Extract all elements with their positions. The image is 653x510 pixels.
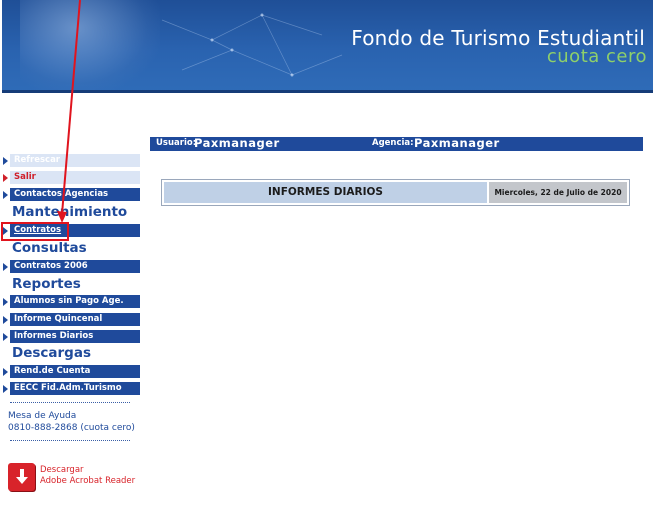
sidebar-item-label: Salir <box>10 171 140 184</box>
sidebar-item-label: EECC Fid.Adm.Turismo <box>10 382 140 395</box>
triangle-right-icon <box>0 295 10 308</box>
download-product-link[interactable]: Adobe Acrobat Reader <box>40 476 135 486</box>
download-label[interactable]: Descargar <box>40 465 84 475</box>
sidebar-item-biweekly-report[interactable]: Informe Quincenal <box>0 313 140 326</box>
sidebar-item-label: Informe Quincenal <box>10 313 140 326</box>
triangle-right-icon <box>0 313 10 326</box>
sidebar-item-daily-reports[interactable]: Informes Diarios <box>0 330 140 343</box>
sidebar-item-contracts[interactable]: Contratos <box>0 224 140 237</box>
help-desk-phone: 0810-888-2868 (cuota cero) <box>8 423 135 433</box>
sidebar-item-contacts[interactable]: Contactos Agencias <box>0 188 140 201</box>
user-info-bar: Usuario: Paxmanager Agencia: Paxmanager <box>150 136 643 151</box>
sidebar-item-label: Refrescar <box>10 154 140 167</box>
divider <box>10 402 130 403</box>
sidebar-item-label: Rend.de Cuenta <box>10 365 140 378</box>
triangle-right-icon <box>0 365 10 378</box>
sidebar-item-students-unpaid[interactable]: Alumnos sin Pago Age. <box>0 295 140 308</box>
current-date: Miercoles, 22 de Julio de 2020 <box>489 182 627 203</box>
section-heading-maintenance: Mantenimiento <box>12 204 128 220</box>
triangle-right-icon <box>0 330 10 343</box>
sidebar-item-contracts-2006[interactable]: Contratos 2006 <box>0 260 140 273</box>
section-heading-reports: Reportes <box>12 276 81 292</box>
page-title: INFORMES DIARIOS <box>164 182 487 203</box>
triangle-right-icon <box>0 382 10 395</box>
divider <box>10 440 130 441</box>
decorative-lines <box>161 13 343 77</box>
report-header: INFORMES DIARIOS Miercoles, 22 de Julio … <box>161 179 630 206</box>
sidebar-item-label: Contratos <box>10 224 140 237</box>
sidebar-item-account-statement[interactable]: Rend.de Cuenta <box>0 365 140 378</box>
agency-label: Agencia: <box>372 138 414 148</box>
sidebar-item-label: Informes Diarios <box>10 330 140 343</box>
site-subtitle: cuota cero <box>546 46 647 67</box>
triangle-right-icon <box>0 260 10 273</box>
section-heading-queries: Consultas <box>12 240 87 256</box>
user-value: Paxmanager <box>194 136 280 150</box>
triangle-right-icon <box>0 224 10 237</box>
triangle-right-icon <box>0 188 10 201</box>
user-label: Usuario: <box>156 138 197 148</box>
pdf-download-icon[interactable] <box>8 463 35 491</box>
sidebar-item-label: Alumnos sin Pago Age. <box>10 295 140 308</box>
banner-divider <box>2 90 653 93</box>
sidebar-item-logout[interactable]: Salir <box>0 171 140 184</box>
help-desk-label: Mesa de Ayuda <box>8 411 77 421</box>
map-graphic <box>20 0 160 93</box>
header-banner: Fondo de Turismo Estudiantil cuota cero <box>2 0 653 93</box>
agency-value: Paxmanager <box>414 136 500 150</box>
sidebar-item-label: Contratos 2006 <box>10 260 140 273</box>
triangle-right-icon <box>0 154 10 167</box>
section-heading-downloads: Descargas <box>12 345 91 361</box>
sidebar-item-refresh[interactable]: Refrescar <box>0 154 140 167</box>
triangle-right-icon <box>0 171 10 184</box>
sidebar-item-eecc[interactable]: EECC Fid.Adm.Turismo <box>0 382 140 395</box>
sidebar-item-label: Contactos Agencias <box>10 188 140 201</box>
